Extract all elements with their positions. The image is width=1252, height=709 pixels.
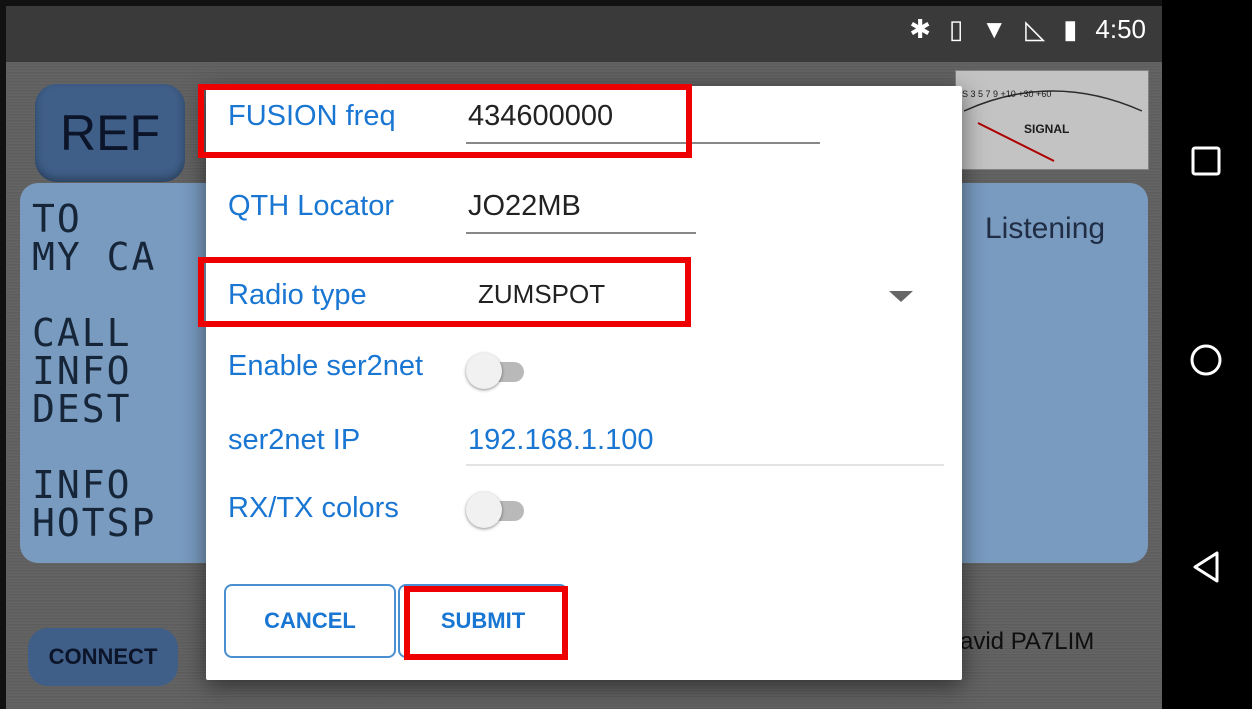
app-screen: ✱ ▯ ▼ ◺ ▮ 4:50 REF S 3 5 7 9 +10 +30 +60… xyxy=(0,0,1162,709)
radio-type-label: Radio type xyxy=(228,279,367,311)
radio-type-select[interactable]: ZUMSPOT xyxy=(478,279,605,310)
back-icon[interactable] xyxy=(1187,547,1227,587)
fusion-freq-label: FUSION freq xyxy=(228,100,396,132)
fusion-freq-underline xyxy=(466,142,820,144)
status-time: 4:50 xyxy=(1095,14,1146,44)
fusion-freq-input[interactable]: 434600000 xyxy=(468,100,613,133)
ser2net-ip-underline xyxy=(466,464,944,466)
status-bar: ✱ ▯ ▼ ◺ ▮ 4:50 xyxy=(0,0,1162,62)
recents-icon[interactable] xyxy=(1187,142,1227,182)
rxtx-colors-toggle[interactable] xyxy=(466,492,526,528)
qth-locator-input[interactable]: JO22MB xyxy=(468,190,581,223)
qth-locator-underline xyxy=(466,232,696,234)
rxtx-colors-label: RX/TX colors xyxy=(228,492,399,524)
android-nav-bar xyxy=(1162,0,1252,709)
bluetooth-icon: ✱ xyxy=(909,14,932,44)
enable-ser2net-label: Enable ser2net xyxy=(228,350,424,382)
qth-locator-label: QTH Locator xyxy=(228,190,394,222)
submit-button[interactable]: SUBMIT xyxy=(398,584,568,658)
ser2net-ip-label: ser2net IP xyxy=(228,424,361,456)
wifi-icon: ▼ xyxy=(981,14,1008,44)
battery-icon: ▮ xyxy=(1063,14,1078,44)
dropdown-arrow-icon[interactable] xyxy=(889,291,913,302)
ser2net-ip-input[interactable]: 192.168.1.100 xyxy=(468,424,653,457)
settings-dialog: FUSION freq 434600000 QTH Locator JO22MB… xyxy=(206,86,962,680)
ser2net-toggle[interactable] xyxy=(466,353,526,389)
no-sim-icon: ◺ xyxy=(1025,14,1046,44)
cancel-button[interactable]: CANCEL xyxy=(224,584,396,658)
vibrate-icon: ▯ xyxy=(949,14,964,44)
home-icon[interactable] xyxy=(1187,340,1227,380)
